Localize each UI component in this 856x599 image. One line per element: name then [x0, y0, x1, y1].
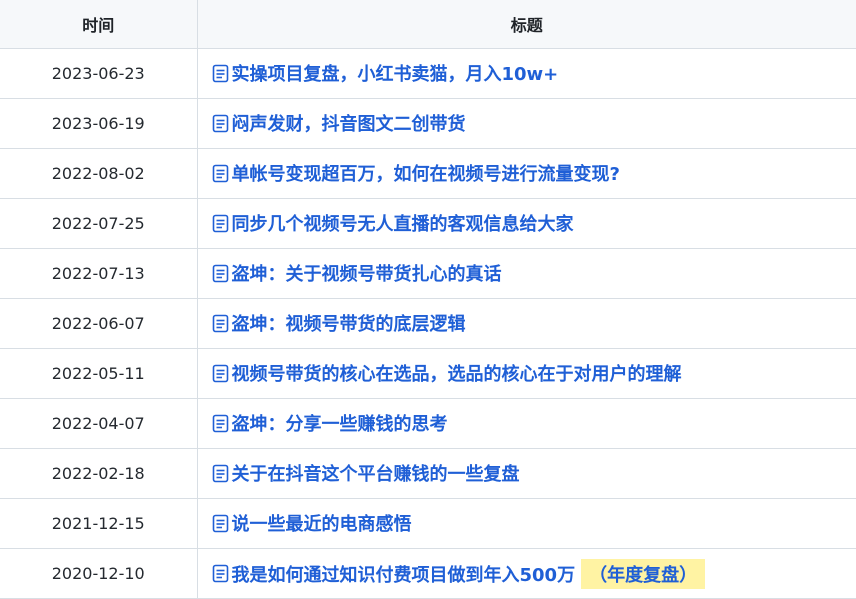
- row-date: 2021-12-15: [0, 498, 198, 549]
- table-row: 2022-08-02 单帐号变现超百万，如何在视频号进行流量变现?: [0, 148, 856, 199]
- document-icon: [212, 564, 229, 583]
- article-title: 盗坤：视频号带货的底层逻辑: [231, 314, 466, 336]
- row-title-cell: 同步几个视频号无人直播的客观信息给大家: [196, 198, 856, 249]
- article-link[interactable]: 盗坤：视频号带货的底层逻辑: [212, 310, 466, 336]
- article-link[interactable]: 盗坤：关于视频号带货扎心的真话: [212, 260, 502, 286]
- row-date: 2022-07-13: [0, 248, 198, 299]
- row-title-cell: 闷声发财，抖音图文二创带货: [196, 98, 856, 149]
- row-title-cell: 单帐号变现超百万，如何在视频号进行流量变现?: [196, 148, 856, 199]
- row-date: 2023-06-23: [0, 48, 198, 99]
- document-icon: [212, 264, 229, 283]
- row-date: 2023-06-19: [0, 98, 198, 149]
- row-date: 2022-04-07: [0, 398, 198, 449]
- article-link[interactable]: 实操项目复盘，小红书卖猫，月入10w+: [212, 60, 559, 86]
- article-link[interactable]: 说一些最近的电商感悟: [212, 510, 412, 536]
- document-icon: [212, 214, 229, 233]
- table-row: 2022-02-18 关于在抖音这个平台赚钱的一些复盘: [0, 448, 856, 499]
- document-icon: [212, 514, 229, 533]
- table-row: 2021-12-15 说一些最近的电商感悟: [0, 498, 856, 549]
- article-title: 说一些最近的电商感悟: [231, 514, 412, 536]
- document-icon: [212, 164, 229, 183]
- table-row: 2022-05-11 视频号带货的核心在选品，选品的核心在于对用户的理解: [0, 348, 856, 399]
- row-date: 2020-12-10: [0, 548, 198, 599]
- row-date: 2022-08-02: [0, 148, 198, 199]
- article-table: 时间 标题 2023-06-23 实操项目复盘，小红书卖猫，月入10w+ 2023-…: [0, 0, 856, 599]
- document-icon: [212, 364, 229, 383]
- article-title: 视频号带货的核心在选品，选品的核心在于对用户的理解: [231, 364, 682, 386]
- row-title-cell: 盗坤：分享一些赚钱的思考: [196, 398, 856, 449]
- article-title: 盗坤：关于视频号带货扎心的真话: [231, 264, 502, 286]
- article-link[interactable]: 闷声发财，抖音图文二创带货: [212, 110, 466, 136]
- table-row: 2020-12-10 我是如何通过知识付费项目做到年入500万 （年度复盘）: [0, 548, 856, 599]
- article-title: 单帐号变现超百万，如何在视频号进行流量变现?: [231, 164, 620, 186]
- row-title-cell: 我是如何通过知识付费项目做到年入500万 （年度复盘）: [196, 548, 856, 599]
- column-header-title: 标题: [196, 0, 856, 49]
- article-link[interactable]: 同步几个视频号无人直播的客观信息给大家: [212, 210, 574, 236]
- document-icon: [212, 64, 229, 83]
- column-header-date: 时间: [0, 0, 198, 49]
- row-title-cell: 盗坤：关于视频号带货扎心的真话: [196, 248, 856, 299]
- document-icon: [212, 464, 229, 483]
- table-row: 2023-06-19 闷声发财，抖音图文二创带货: [0, 98, 856, 149]
- document-icon: [212, 414, 229, 433]
- article-link[interactable]: 单帐号变现超百万，如何在视频号进行流量变现?: [212, 160, 620, 186]
- article-link[interactable]: 关于在抖音这个平台赚钱的一些复盘: [212, 460, 520, 486]
- table-header-row: 时间 标题: [0, 0, 856, 49]
- row-title-cell: 盗坤：视频号带货的底层逻辑: [196, 298, 856, 349]
- article-title: 同步几个视频号无人直播的客观信息给大家: [231, 214, 574, 236]
- article-link[interactable]: 我是如何通过知识付费项目做到年入500万 （年度复盘）: [212, 558, 706, 589]
- article-link[interactable]: 视频号带货的核心在选品，选品的核心在于对用户的理解: [212, 360, 682, 386]
- table-row: 2022-04-07 盗坤：分享一些赚钱的思考: [0, 398, 856, 449]
- table-row: 2022-07-25 同步几个视频号无人直播的客观信息给大家: [0, 198, 856, 249]
- row-title-cell: 实操项目复盘，小红书卖猫，月入10w+: [196, 48, 856, 99]
- article-title: 关于在抖音这个平台赚钱的一些复盘: [231, 464, 520, 486]
- row-date: 2022-05-11: [0, 348, 198, 399]
- table-row: 2022-06-07 盗坤：视频号带货的底层逻辑: [0, 298, 856, 349]
- highlight-badge: （年度复盘）: [581, 558, 706, 589]
- table-row: 2023-06-23 实操项目复盘，小红书卖猫，月入10w+: [0, 48, 856, 99]
- row-date: 2022-02-18: [0, 448, 198, 499]
- article-title: 实操项目复盘，小红书卖猫，月入10w+: [231, 64, 559, 86]
- article-title: 盗坤：分享一些赚钱的思考: [231, 414, 448, 436]
- row-title-cell: 说一些最近的电商感悟: [196, 498, 856, 549]
- article-link[interactable]: 盗坤：分享一些赚钱的思考: [212, 410, 448, 436]
- row-date: 2022-06-07: [0, 298, 198, 349]
- table-row: 2022-07-13 盗坤：关于视频号带货扎心的真话: [0, 248, 856, 299]
- article-title: 闷声发财，抖音图文二创带货: [231, 114, 466, 136]
- row-date: 2022-07-25: [0, 198, 198, 249]
- article-title: 我是如何通过知识付费项目做到年入500万: [231, 564, 576, 586]
- document-icon: [212, 114, 229, 133]
- row-title-cell: 视频号带货的核心在选品，选品的核心在于对用户的理解: [196, 348, 856, 399]
- row-title-cell: 关于在抖音这个平台赚钱的一些复盘: [196, 448, 856, 499]
- document-icon: [212, 314, 229, 333]
